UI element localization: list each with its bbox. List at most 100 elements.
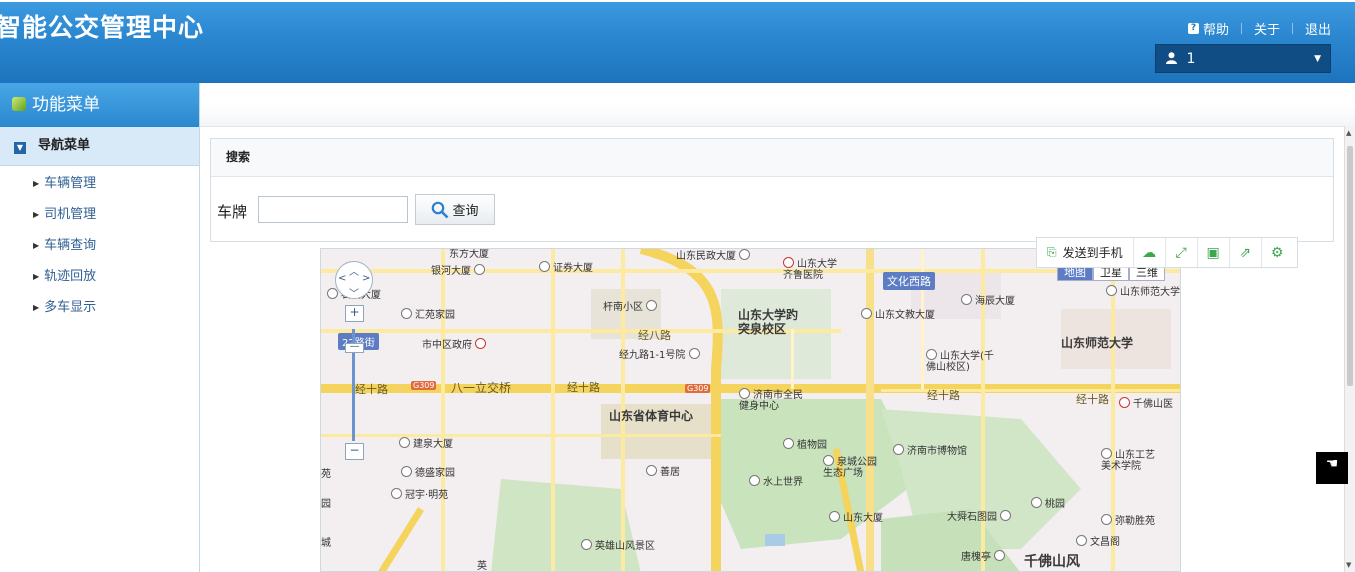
map-label: 山东文教大厦 — [861, 306, 935, 321]
map-label: 济南市博物馆 — [893, 442, 967, 457]
map-label: 山东省体育中心 — [609, 409, 694, 423]
map-label: 证券大厦 — [539, 259, 593, 274]
map-label: 建泉大厦 — [399, 435, 453, 450]
map-label: 东方大厦 — [449, 249, 489, 260]
highway-shield: G309 — [411, 381, 437, 390]
map-label: 山东师范大学 — [1061, 336, 1134, 350]
map-label: 善居 — [646, 463, 680, 478]
sidebar-item-track-playback[interactable]: ▶ 轨迹回放 — [0, 261, 199, 292]
logout-link[interactable]: 退出 — [1305, 19, 1331, 38]
map-label: 杆南小区 — [603, 298, 660, 313]
user-icon — [1166, 51, 1186, 67]
search-panel-title: 搜索 — [211, 139, 1333, 177]
share-icon[interactable]: ⇗ — [1230, 238, 1262, 267]
sidebar: 功能菜单 ▼ 导航菜单 ▶ 车辆管理 ▶ 司机管理 ▶ 车辆查询 ▶ 轨迹回放 ▶ 多车显示 — [0, 83, 200, 572]
scroll-down-icon[interactable]: ▼ — [1346, 561, 1351, 569]
map-label: 济南市全民 健身中心 — [739, 388, 803, 412]
map-label: 银河大厦 — [431, 262, 488, 277]
cloud-icon[interactable]: ☁ — [1134, 238, 1166, 267]
plate-input[interactable] — [258, 196, 408, 223]
help-icon: ? — [1187, 23, 1199, 34]
map-label: 八一立交桥 — [451, 381, 512, 395]
cube-icon — [12, 97, 26, 111]
triangle-right-icon: ▶ — [33, 303, 40, 312]
map-label: 千佛山风 — [1024, 554, 1080, 570]
zoom-handle[interactable]: — — [345, 342, 364, 353]
page-scrollbar[interactable]: ▲ ▼ — [1344, 126, 1355, 572]
sidebar-item-vehicle-query[interactable]: ▶ 车辆查询 — [0, 230, 199, 261]
triangle-right-icon: ▶ — [33, 179, 40, 188]
sidebar-item-vehicle-management[interactable]: ▶ 车辆管理 — [0, 168, 199, 199]
map-label: 冠宇·明苑 — [391, 486, 448, 501]
map-label: 经十路 — [927, 389, 960, 402]
settings-gear-icon[interactable]: ⚙ — [1262, 238, 1293, 267]
divider — [1291, 23, 1293, 34]
map-view[interactable]: 东方大厦 银河大厦 证券大厦 山东民政大厦 山东大学 齐鲁医院 文化西路 海辰大… — [320, 248, 1181, 572]
map-label: 桃园 — [1031, 495, 1065, 510]
fullscreen-icon[interactable]: ⤢ — [1166, 238, 1198, 267]
map-label: 山东大厦 — [829, 509, 883, 524]
tab-strip — [200, 84, 1355, 127]
user-dropdown[interactable]: 1 ▼ — [1155, 44, 1331, 73]
map-road-tag: 文化西路 — [883, 272, 935, 290]
sidebar-item-driver-management[interactable]: ▶ 司机管理 — [0, 199, 199, 230]
map-label: 经十路 — [1076, 393, 1109, 406]
zoom-in-button[interactable]: + — [345, 305, 364, 322]
save-icon[interactable]: ▣ — [1198, 238, 1230, 267]
search-panel: 搜索 车牌 查询 — [210, 138, 1334, 242]
map-label: 文昌阁 — [1076, 533, 1120, 548]
about-link[interactable]: 关于 — [1254, 19, 1280, 38]
map-label: 海辰大厦 — [961, 292, 1015, 307]
phone-icon: ⎘ — [1047, 245, 1057, 259]
app-title: 智能公交管理中心 — [0, 13, 205, 42]
map-label: 英 — [477, 561, 487, 572]
collapse-icon: ▼ — [14, 142, 26, 154]
map-label: 山东民政大厦 — [676, 249, 753, 262]
sidebar-title: 功能菜单 — [0, 83, 199, 127]
map-label: 德盛家园 — [401, 464, 455, 479]
map-label: 千佛山医 — [1119, 395, 1173, 410]
map-label: 城 — [321, 538, 331, 549]
map-label: 水上世界 — [749, 473, 803, 488]
map-label: 山东大学 齐鲁医院 — [783, 257, 837, 281]
map-label: 经十路 — [355, 383, 388, 396]
top-links: ? 帮助 关于 退出 — [1187, 19, 1331, 38]
map-label: 山东大学趵 突泉校区 — [738, 308, 799, 336]
map-label: 经八路 — [638, 329, 671, 342]
scrollbar-thumb[interactable] — [1347, 146, 1353, 386]
map-pan-control[interactable]: ︿ ﹀ < > — [335, 261, 373, 300]
map-label: 山东工艺 美术学院 — [1101, 448, 1155, 472]
map-label: 山东师范大学 — [1106, 283, 1180, 298]
nav-group-header[interactable]: ▼ 导航菜单 — [0, 127, 199, 166]
map-label: 植物园 — [783, 436, 827, 451]
divider — [1240, 23, 1242, 34]
sidebar-item-multi-vehicle[interactable]: ▶ 多车显示 — [0, 292, 199, 323]
map-label: 唐槐亭 — [961, 548, 1008, 563]
map-label: 园 — [321, 499, 331, 510]
map-label: 英雄山风景区 — [581, 537, 655, 552]
top-header: 智能公交管理中心 ? 帮助 关于 退出 1 ▼ — [0, 2, 1355, 83]
triangle-right-icon: ▶ — [33, 241, 40, 250]
scroll-up-icon[interactable]: ▲ — [1346, 129, 1351, 137]
search-icon — [431, 201, 452, 219]
map-label: 经九路1-1号院 — [619, 346, 703, 361]
query-button[interactable]: 查询 — [415, 194, 495, 225]
triangle-right-icon: ▶ — [33, 210, 40, 219]
map-label: 山东大学(千 佛山校区) — [926, 349, 994, 373]
send-to-phone-button[interactable]: ⎘ 发送到手机 — [1037, 238, 1134, 267]
plate-label: 车牌 — [217, 203, 248, 221]
highway-shield: G309 — [685, 384, 711, 393]
map-label: 苑 — [321, 469, 331, 480]
map-label: 弥勒胜苑 — [1101, 512, 1155, 527]
user-name: 1 — [1186, 51, 1196, 67]
help-link[interactable]: 帮助 — [1203, 19, 1229, 38]
zoom-out-button[interactable]: − — [345, 443, 364, 460]
map-label: 市中区政府 — [422, 336, 489, 351]
map-label: 汇苑家园 — [401, 306, 455, 321]
chevron-down-icon: ▼ — [1314, 54, 1321, 64]
map-label: 大舜石图园 — [947, 508, 1014, 523]
hand-cursor-icon: ☚ — [1316, 452, 1348, 484]
triangle-right-icon: ▶ — [33, 272, 40, 281]
map-label: 泉城公园 生态广场 — [823, 455, 877, 479]
map-toolbar: ⎘ 发送到手机 ☁ ⤢ ▣ ⇗ ⚙ — [1036, 237, 1298, 268]
